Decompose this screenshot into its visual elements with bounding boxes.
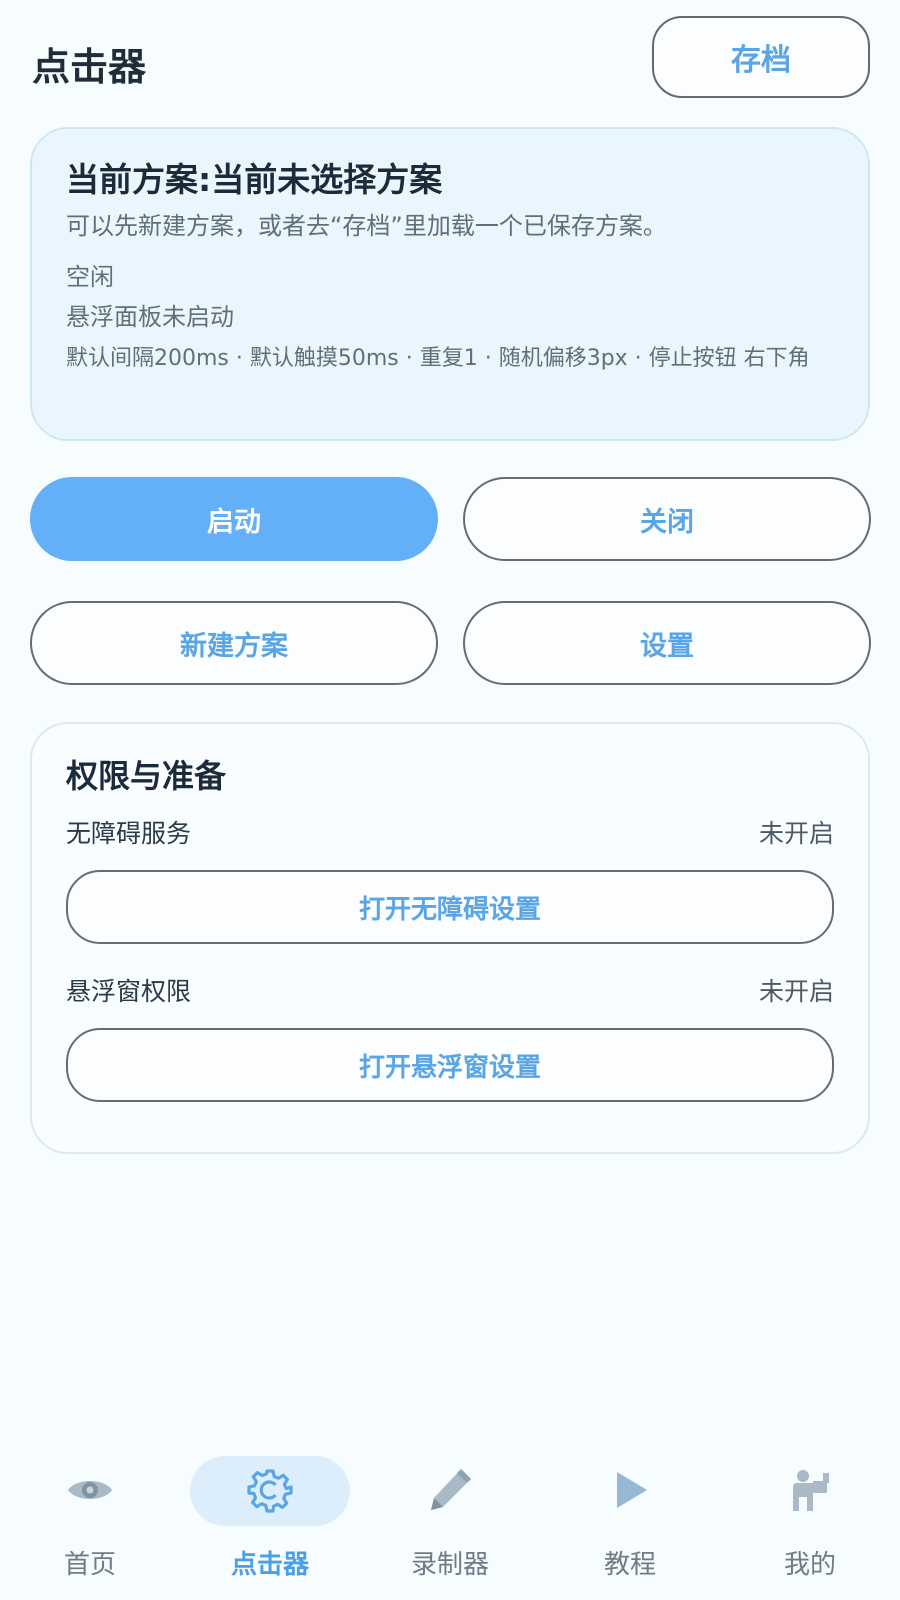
status-idle: 空闲 — [66, 263, 114, 291]
scheme-title: 当前方案:当前未选择方案 — [66, 160, 443, 199]
scheme-hint: 可以先新建方案，或者去“存档”里加载一个已保存方案。 — [66, 212, 667, 240]
gear-icon — [238, 1458, 302, 1522]
overlay-state: 未开启 — [758, 977, 834, 1006]
open-accessibility-settings-button[interactable]: 打开无障碍设置 — [66, 870, 834, 944]
new-scheme-button[interactable]: 新建方案 — [30, 601, 438, 685]
archive-button[interactable]: 存档 — [652, 16, 870, 98]
scheme-params: 默认间隔200ms · 默认触摸50ms · 重复1 · 随机偏移3px · 停… — [66, 346, 810, 371]
status-floating-panel: 悬浮面板未启动 — [66, 303, 234, 331]
settings-button[interactable]: 设置 — [463, 601, 871, 685]
nav-label-recorder: 录制器 — [410, 1550, 489, 1580]
nav-item-profile[interactable]: 我的 — [720, 1440, 900, 1600]
nav-label-profile: 我的 — [783, 1550, 836, 1580]
accessibility-label: 无障碍服务 — [66, 819, 192, 848]
accessibility-row: 无障碍服务 未开启 — [66, 816, 834, 852]
open-overlay-settings-button[interactable]: 打开悬浮窗设置 — [66, 1028, 834, 1102]
permissions-card: 权限与准备 无障碍服务 未开启 打开无障碍设置 悬浮窗权限 未开启 打开悬浮窗设… — [30, 722, 870, 1154]
nav-item-recorder[interactable]: 录制器 — [360, 1440, 540, 1600]
nav-item-home[interactable]: 首页 — [0, 1440, 180, 1600]
permissions-title: 权限与准备 — [66, 757, 227, 795]
bottom-nav: 首页 点击器 录制器 教程 我的 — [0, 1440, 900, 1600]
nav-label-tutorial: 教程 — [603, 1550, 656, 1580]
overlay-label: 悬浮窗权限 — [66, 977, 192, 1006]
overlay-row: 悬浮窗权限 未开启 — [66, 974, 834, 1010]
scheme-status: 空闲 悬浮面板未启动 — [66, 257, 834, 337]
clicker-page: 点击器 存档 当前方案:当前未选择方案 可以先新建方案，或者去“存档”里加载一个… — [0, 0, 900, 1600]
page-title: 点击器 — [32, 45, 147, 89]
nav-item-tutorial[interactable]: 教程 — [540, 1440, 720, 1600]
person-icon — [778, 1458, 842, 1522]
eye-icon — [58, 1458, 122, 1522]
play-icon — [598, 1458, 662, 1522]
accessibility-state: 未开启 — [758, 819, 834, 848]
nav-label-clicker: 点击器 — [230, 1550, 309, 1580]
close-button[interactable]: 关闭 — [463, 477, 871, 561]
current-scheme-card: 当前方案:当前未选择方案 可以先新建方案，或者去“存档”里加载一个已保存方案。 … — [30, 127, 870, 441]
start-button[interactable]: 启动 — [30, 477, 438, 561]
pencil-icon — [418, 1458, 482, 1522]
nav-label-home: 首页 — [63, 1550, 116, 1580]
nav-item-clicker[interactable]: 点击器 — [180, 1440, 360, 1600]
